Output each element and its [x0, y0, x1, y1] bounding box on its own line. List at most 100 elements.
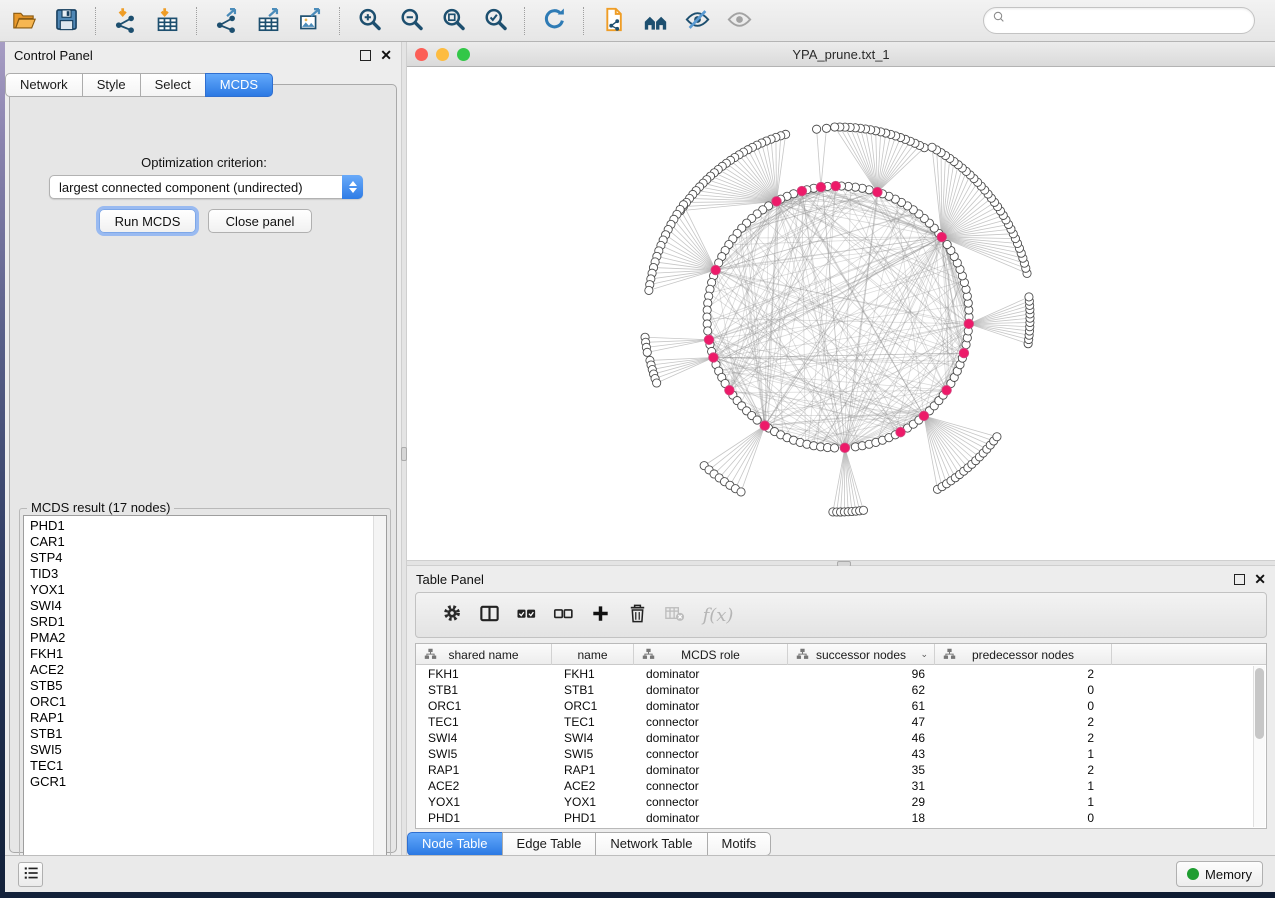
- cell-successor_nodes[interactable]: 46: [788, 730, 935, 746]
- table-scrollbar-thumb[interactable]: [1255, 668, 1264, 739]
- cell-name[interactable]: ORC1: [552, 698, 634, 714]
- cell-successor_nodes[interactable]: 29: [788, 794, 935, 810]
- table-tab-node-table[interactable]: Node Table: [407, 832, 503, 856]
- zoom-selected-button[interactable]: [474, 3, 516, 39]
- mcds-result-item[interactable]: PMA2: [30, 630, 386, 646]
- table-scrollbar[interactable]: [1253, 666, 1265, 827]
- column-header-name[interactable]: name: [552, 644, 634, 665]
- cell-shared_name[interactable]: SWI5: [416, 746, 552, 762]
- mcds-result-item[interactable]: PHD1: [30, 518, 386, 534]
- table-tab-edge-table[interactable]: Edge Table: [502, 832, 597, 856]
- search-box[interactable]: [983, 7, 1255, 34]
- mcds-result-item[interactable]: STB5: [30, 678, 386, 694]
- graph-hub-node[interactable]: [704, 335, 714, 345]
- cell-shared_name[interactable]: ORC1: [416, 698, 552, 714]
- new-network-from-selection-button[interactable]: [592, 3, 634, 39]
- cell-name[interactable]: FKH1: [552, 666, 634, 682]
- mcds-result-item[interactable]: FKH1: [30, 646, 386, 662]
- graph-hub-node[interactable]: [709, 353, 719, 363]
- cell-name[interactable]: ACE2: [552, 778, 634, 794]
- import-network-from-file-button[interactable]: [104, 3, 146, 39]
- memory-button[interactable]: Memory: [1176, 861, 1263, 887]
- mcds-list-scrollbar[interactable]: [373, 516, 386, 875]
- control-tab-select[interactable]: Select: [140, 73, 206, 97]
- cell-predecessor_nodes[interactable]: 1: [935, 794, 1112, 810]
- column-settings-button[interactable]: [440, 600, 464, 630]
- cell-name[interactable]: STB1: [552, 682, 634, 698]
- graph-hub-node[interactable]: [760, 421, 770, 431]
- mcds-result-item[interactable]: RAP1: [30, 710, 386, 726]
- cell-predecessor_nodes[interactable]: 0: [935, 682, 1112, 698]
- graph-node[interactable]: [737, 488, 745, 496]
- show-all-columns-button[interactable]: [514, 600, 538, 630]
- export-network-button[interactable]: [205, 3, 247, 39]
- table-row-ORC1[interactable]: ORC1ORC1dominator610: [416, 698, 1253, 714]
- cell-successor_nodes[interactable]: 47: [788, 714, 935, 730]
- mcds-result-item[interactable]: STP4: [30, 550, 386, 566]
- table-row-SWI5[interactable]: SWI5SWI5connector431: [416, 746, 1253, 762]
- open-session-button[interactable]: [3, 3, 45, 39]
- mcds-result-item[interactable]: STB1: [30, 726, 386, 742]
- cell-mcds_role[interactable]: dominator: [634, 762, 788, 778]
- mcds-result-item[interactable]: TID3: [30, 566, 386, 582]
- graph-node[interactable]: [753, 416, 761, 424]
- cell-mcds_role[interactable]: dominator: [634, 698, 788, 714]
- graph-node[interactable]: [831, 123, 839, 131]
- cell-predecessor_nodes[interactable]: 2: [935, 762, 1112, 778]
- import-table-from-file-button[interactable]: [146, 3, 188, 39]
- show-all-button[interactable]: [718, 3, 760, 39]
- graph-hub-node[interactable]: [797, 186, 807, 196]
- graph-node[interactable]: [643, 348, 651, 356]
- table-row-SWI4[interactable]: SWI4SWI4dominator462: [416, 730, 1253, 746]
- graph-node[interactable]: [993, 433, 1001, 441]
- cell-shared_name[interactable]: YOX1: [416, 794, 552, 810]
- cell-predecessor_nodes[interactable]: 0: [935, 810, 1112, 826]
- table-row-STB1[interactable]: STB1STB1dominator620: [416, 682, 1253, 698]
- table-row-YOX1[interactable]: YOX1YOX1connector291: [416, 794, 1253, 810]
- cell-mcds_role[interactable]: connector: [634, 794, 788, 810]
- float-table-panel-icon[interactable]: [1234, 574, 1245, 585]
- cell-mcds_role[interactable]: connector: [634, 714, 788, 730]
- cell-name[interactable]: RAP1: [552, 762, 634, 778]
- close-panel-icon[interactable]: ✕: [380, 50, 392, 61]
- cell-name[interactable]: PHD1: [552, 810, 634, 826]
- export-image-button[interactable]: [289, 3, 331, 39]
- graph-node[interactable]: [813, 125, 821, 133]
- mcds-result-item[interactable]: CAR1: [30, 534, 386, 550]
- first-neighbors-of-selected-button[interactable]: [634, 3, 676, 39]
- mcds-result-item[interactable]: YOX1: [30, 582, 386, 598]
- cell-predecessor_nodes[interactable]: 2: [935, 714, 1112, 730]
- cell-predecessor_nodes[interactable]: 1: [935, 746, 1112, 762]
- export-table-button[interactable]: [247, 3, 289, 39]
- table-tab-network-table[interactable]: Network Table: [595, 832, 707, 856]
- zoom-fit-content-button[interactable]: [432, 3, 474, 39]
- column-header-MCDS-role[interactable]: MCDS role: [634, 644, 788, 665]
- task-history-button[interactable]: [18, 862, 43, 887]
- optimization-criterion-select[interactable]: largest connected component (undirected): [49, 175, 363, 199]
- cell-shared_name[interactable]: SWI4: [416, 730, 552, 746]
- control-tab-mcds[interactable]: MCDS: [205, 73, 273, 97]
- cell-successor_nodes[interactable]: 62: [788, 682, 935, 698]
- graph-hub-node[interactable]: [919, 411, 929, 421]
- mcds-result-item[interactable]: SRD1: [30, 614, 386, 630]
- graph-hub-node[interactable]: [711, 265, 721, 275]
- graph-hub-node[interactable]: [772, 197, 782, 207]
- cell-shared_name[interactable]: STB1: [416, 682, 552, 698]
- graph-node[interactable]: [830, 444, 838, 452]
- graph-hub-node[interactable]: [937, 232, 947, 242]
- cell-successor_nodes[interactable]: 18: [788, 810, 935, 826]
- graph-hub-node[interactable]: [964, 319, 974, 329]
- hide-all-columns-button[interactable]: [551, 600, 575, 630]
- cell-successor_nodes[interactable]: 31: [788, 778, 935, 794]
- table-row-PHD1[interactable]: PHD1PHD1dominator180: [416, 810, 1253, 826]
- graph-node[interactable]: [928, 143, 936, 151]
- graph-node[interactable]: [704, 327, 712, 335]
- table-row-RAP1[interactable]: RAP1RAP1dominator352: [416, 762, 1253, 778]
- mcds-result-item[interactable]: TEC1: [30, 758, 386, 774]
- add-column-button[interactable]: [588, 600, 612, 630]
- close-panel-button[interactable]: Close panel: [208, 209, 312, 233]
- graph-node[interactable]: [653, 379, 661, 387]
- table-row-TEC1[interactable]: TEC1TEC1connector472: [416, 714, 1253, 730]
- mcds-result-item[interactable]: SWI5: [30, 742, 386, 758]
- cell-mcds_role[interactable]: connector: [634, 746, 788, 762]
